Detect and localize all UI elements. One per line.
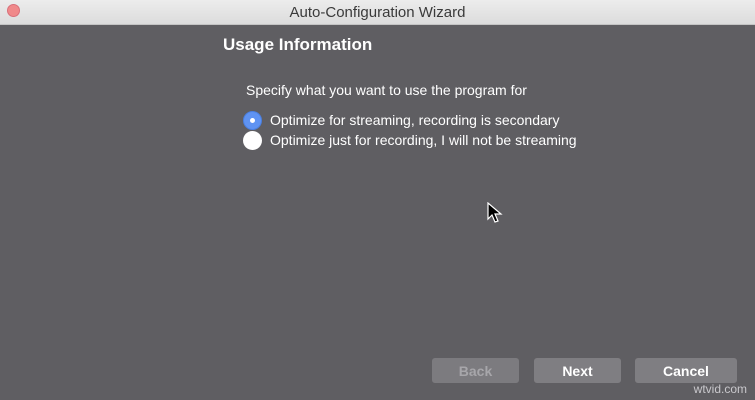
window-title: Auto-Configuration Wizard [289,4,466,21]
page-heading: Usage Information [223,35,373,54]
usage-prompt: Specify what you want to use the program… [246,82,527,98]
watermark-text: wtvid.com [693,382,747,396]
radio-option-label: Optimize for streaming, recording is sec… [270,112,560,128]
next-button[interactable]: Next [534,358,621,383]
mouse-pointer-icon [487,202,503,223]
window-titlebar: Auto-Configuration Wizard [0,0,755,25]
radio-option-label: Optimize just for recording, I will not … [270,132,577,148]
cancel-button[interactable]: Cancel [635,358,737,383]
radio-selected-icon[interactable] [243,110,262,130]
radio-unselected-icon[interactable] [243,130,262,150]
radio-option-streaming[interactable]: Optimize for streaming, recording is sec… [243,110,559,130]
back-button[interactable]: Back [432,358,519,383]
radio-option-recording[interactable]: Optimize just for recording, I will not … [243,130,577,150]
